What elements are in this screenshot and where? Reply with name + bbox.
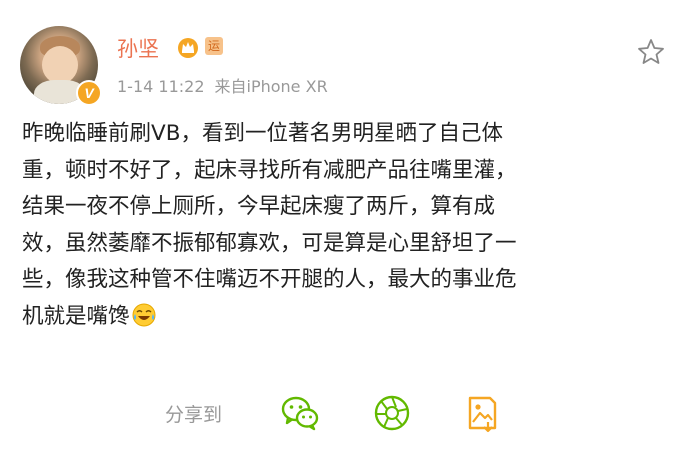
level-badge: 运 bbox=[205, 37, 223, 55]
gallery-icon[interactable] bbox=[461, 392, 503, 434]
post-line-last: 机就是嘴馋 bbox=[22, 299, 667, 336]
moments-icon[interactable] bbox=[371, 392, 413, 434]
post-content: 昨晚临睡前刷VB，看到一位著名男明星晒了自己体 重，顿时不好了，起床寻找所有减肥… bbox=[22, 116, 667, 335]
post-line: 重，顿时不好了，起床寻找所有减肥产品往嘴里灌， bbox=[22, 157, 517, 183]
post-line: 昨晚临睡前刷VB，看到一位著名男明星晒了自己体 bbox=[22, 121, 503, 146]
post-line: 些，像我这种管不住嘴迈不开腿的人，最大的事业危 bbox=[22, 267, 517, 292]
post-meta: 1-14 11:22 来自iPhone XR bbox=[117, 73, 328, 97]
verified-badge-icon: V bbox=[76, 80, 102, 106]
username[interactable]: 孙坚 bbox=[117, 33, 159, 63]
laugh-cry-emoji-icon bbox=[132, 303, 156, 326]
share-bar: 分享到 bbox=[0, 388, 689, 438]
post-time: 1-14 11:22 bbox=[117, 77, 205, 96]
avatar-face bbox=[42, 46, 78, 84]
share-label: 分享到 bbox=[165, 404, 223, 426]
post-line: 结果一夜不停上厕所，今早起床瘦了两斤，算有成 bbox=[22, 194, 496, 219]
crown-member-icon bbox=[178, 38, 198, 58]
weibo-post: V 孙坚 运 1-14 11:22 来自iPhone XR 昨晚临睡前刷VB，看到… bbox=[0, 0, 689, 451]
post-source: 来自iPhone XR bbox=[214, 77, 328, 96]
wechat-icon[interactable] bbox=[279, 392, 321, 434]
post-line: 效，虽然萎靡不振郁郁寡欢，可是算是心里舒坦了一 bbox=[22, 230, 517, 256]
post-line: 机就是嘴馋 bbox=[22, 303, 130, 329]
star-icon[interactable] bbox=[636, 37, 666, 67]
